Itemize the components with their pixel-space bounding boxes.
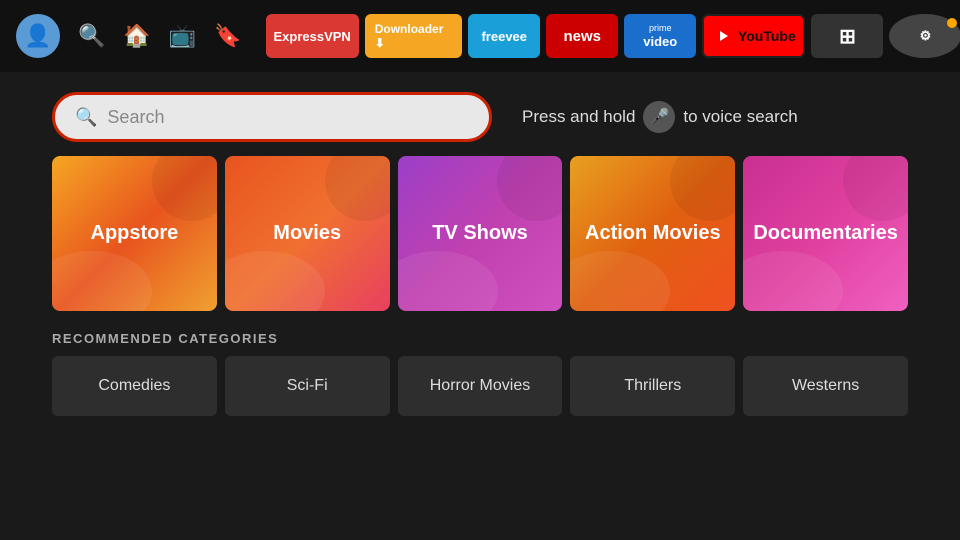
bookmark-icon[interactable]: 🔖 — [214, 23, 241, 49]
appstore-label: Appstore — [91, 222, 179, 245]
westerns-rec[interactable]: Westerns — [743, 356, 908, 416]
comedies-label: Comedies — [98, 377, 170, 395]
horror-movies-rec[interactable]: Horror Movies — [398, 356, 563, 416]
voice-hint-suffix: to voice search — [683, 107, 797, 127]
youtube-label: YouTube — [738, 28, 796, 44]
prime-video-label: video — [643, 34, 677, 50]
prime-label: prime — [649, 23, 672, 34]
recommended-row: Comedies Sci-Fi Horror Movies Thrillers … — [52, 356, 908, 416]
documentaries-label: Documentaries — [753, 222, 898, 245]
expressvpn-button[interactable]: ExpressVPN — [266, 14, 359, 58]
appstore-card[interactable]: Appstore — [52, 156, 217, 311]
youtube-play-icon — [712, 28, 734, 44]
search-bar[interactable]: 🔍 Search — [52, 92, 492, 142]
action-movies-card[interactable]: Action Movies — [570, 156, 735, 311]
recommended-section: RECOMMENDED CATEGORIES Comedies Sci-Fi H… — [0, 331, 960, 416]
nav-apps: ExpressVPN Downloader ⬇ freevee news pri… — [266, 14, 960, 58]
downloader-button[interactable]: Downloader ⬇ — [365, 14, 463, 58]
voice-hint-prefix: Press and hold — [522, 107, 635, 127]
avatar-icon: 👤 — [24, 23, 51, 49]
tvshows-card[interactable]: TV Shows — [398, 156, 563, 311]
category-cards-section: Appstore Movies TV Shows Action Movies D… — [0, 156, 960, 311]
recommended-title: RECOMMENDED CATEGORIES — [52, 331, 908, 346]
search-section: 🔍 Search Press and hold 🎤 to voice searc… — [0, 72, 960, 156]
search-nav-icon[interactable]: 🔍 — [78, 23, 105, 49]
action-movies-label: Action Movies — [585, 222, 721, 245]
settings-icon: ⚙ — [920, 28, 932, 44]
news-label: news — [563, 28, 601, 45]
search-placeholder: Search — [107, 107, 164, 128]
documentaries-card[interactable]: Documentaries — [743, 156, 908, 311]
youtube-button[interactable]: YouTube — [702, 14, 805, 58]
tv-icon[interactable]: 📺 — [169, 23, 196, 49]
freevee-button[interactable]: freevee — [468, 14, 540, 58]
movies-card[interactable]: Movies — [225, 156, 390, 311]
youtube-logo: YouTube — [712, 28, 796, 44]
category-cards-row: Appstore Movies TV Shows Action Movies D… — [52, 156, 908, 311]
scifi-rec[interactable]: Sci-Fi — [225, 356, 390, 416]
home-icon[interactable]: 🏠 — [123, 23, 150, 49]
settings-button[interactable]: ⚙ — [889, 14, 960, 58]
expressvpn-label: ExpressVPN — [274, 29, 351, 44]
search-icon: 🔍 — [75, 107, 97, 128]
prime-video-button[interactable]: prime video — [624, 14, 696, 58]
top-nav: 👤 🔍 🏠 📺 🔖 ExpressVPN Downloader ⬇ freeve… — [0, 0, 960, 72]
horror-movies-label: Horror Movies — [430, 377, 530, 395]
tvshows-label: TV Shows — [432, 222, 528, 245]
freevee-label: freevee — [481, 29, 527, 44]
nav-left: 👤 🔍 🏠 📺 🔖 — [16, 14, 242, 58]
voice-search-hint: Press and hold 🎤 to voice search — [522, 101, 798, 133]
microphone-icon: 🎤 — [643, 101, 675, 133]
thrillers-rec[interactable]: Thrillers — [570, 356, 735, 416]
thrillers-label: Thrillers — [624, 377, 681, 395]
scifi-label: Sci-Fi — [287, 377, 328, 395]
downloader-label: Downloader ⬇ — [375, 22, 453, 50]
settings-notification-dot — [947, 18, 957, 28]
avatar[interactable]: 👤 — [16, 14, 60, 58]
news-button[interactable]: news — [546, 14, 618, 58]
comedies-rec[interactable]: Comedies — [52, 356, 217, 416]
grid-icon: ⊞ — [839, 24, 856, 49]
movies-label: Movies — [273, 222, 341, 245]
westerns-label: Westerns — [792, 377, 859, 395]
grid-button[interactable]: ⊞ — [811, 14, 883, 58]
